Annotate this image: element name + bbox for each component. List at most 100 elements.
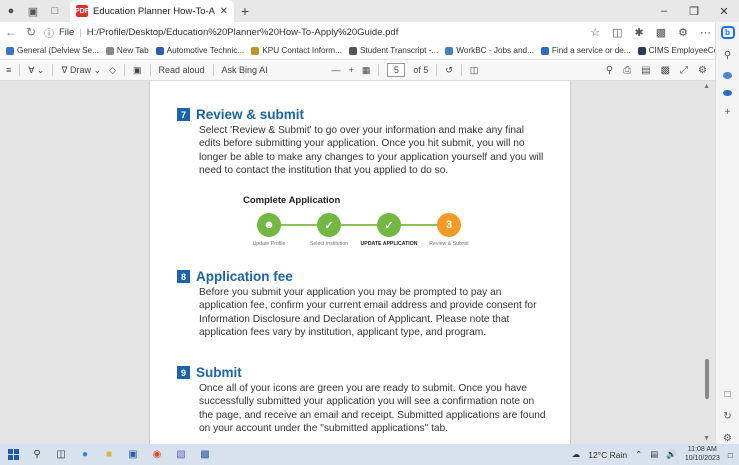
read-aloud-button[interactable]: Read aloud [159,65,205,75]
toolbar-divider [123,64,125,76]
info-icon[interactable]: ⓘ [44,25,54,40]
search-sidebar-icon[interactable]: ⚲ [724,50,731,61]
page-view-icon[interactable]: ◫ [470,65,479,76]
url-field[interactable]: ⓘ File | H:/Profile/Desktop/Education%20… [44,25,584,40]
shopping-icon[interactable] [723,72,732,79]
profile-icon[interactable]: ● [0,0,22,22]
close-tab-icon[interactable]: ✕ [220,6,228,17]
extensions-icon[interactable]: ⚙ [678,26,688,39]
section-review-submit: 7 Review & submit Select 'Review & Submi… [177,107,547,178]
scroll-down-arrow[interactable]: ▼ [703,435,710,442]
word-icon[interactable]: ▩ [198,448,212,462]
store-icon[interactable]: ▣ [126,448,140,462]
more-menu-icon[interactable]: ⋯ [700,26,711,39]
workspaces-icon[interactable]: ▣ [22,0,44,22]
sidebar-refresh-icon[interactable]: ↻ [723,411,731,422]
clock-time: 11:08 AM [687,446,717,453]
outlook-icon[interactable] [723,89,732,96]
bookmark-label: KPU Contact Inform... [262,46,342,55]
pdf-icon: PDF [75,5,89,17]
zoom-in-button[interactable]: + [349,65,354,75]
highlight-icon[interactable]: ∀ ⌄ [28,65,44,76]
bookmark-item[interactable]: New Tab [105,46,149,55]
bookmark-item[interactable]: KPU Contact Inform... [251,46,342,55]
draw-button[interactable]: ∇ Draw ⌄ [61,65,101,76]
weather-icon[interactable]: ☁ [572,449,581,460]
vertical-scrollbar[interactable] [705,81,709,444]
sidebar-layout-icon[interactable]: □ [724,389,730,400]
page-total: of 5 [413,65,429,75]
file-explorer-icon[interactable]: ■ [102,448,116,462]
section-body: Once all of your icons are green you are… [199,383,546,435]
step-select-institution: ✓ Select Institution [299,213,359,247]
step-label: Review & Submit [429,241,469,247]
minimize-button[interactable]: – [649,0,679,22]
progress-title: Complete Application [243,195,341,206]
bookmark-label: WorkBC - Jobs and... [456,46,534,55]
bookmark-item[interactable]: General (Delview Se... [6,46,99,55]
zoom-out-button[interactable]: — [332,65,341,75]
bookmark-favicon-icon [540,46,549,55]
back-icon[interactable]: ← [4,25,18,39]
ask-bing-button[interactable]: Ask Bing AI [222,65,268,75]
edge-sidebar: b ⚲ + □ ↻ ⚙ [715,22,739,444]
bookmark-item[interactable]: Automotive Technic... [155,46,244,55]
toolbar-divider [378,64,380,76]
scroll-thumb[interactable] [705,359,709,399]
section-number: 7 [177,108,190,121]
teams-icon[interactable]: ▧ [174,448,188,462]
pdf-viewer[interactable]: 7 Review & submit Select 'Review & Submi… [0,81,715,444]
settings-gear-icon[interactable]: ⚙ [698,65,707,76]
search-icon[interactable]: ⚲ [606,65,613,76]
new-tab-button[interactable]: + [234,3,256,19]
step-label: Update Profile [252,241,286,247]
refresh-icon[interactable]: ↻ [24,25,38,39]
save-icon[interactable]: ▤ [641,65,650,76]
bookmark-item[interactable]: Student Transcript -... [348,46,438,55]
print-icon[interactable]: ⎙ [623,65,631,76]
clock[interactable]: 11:08 AM 10/10/2023 [685,446,720,463]
url-separator: | [79,26,82,38]
bing-copilot-icon[interactable]: b [720,26,735,39]
toolbar-divider [436,64,438,76]
toolbar-divider [149,64,151,76]
text-icon[interactable]: ▣ [133,65,142,76]
sidebar-settings-icon[interactable]: ⚙ [723,433,732,444]
favorite-star-icon[interactable]: ☆ [590,26,600,39]
rotate-icon[interactable]: ↺ [445,65,453,76]
network-icon[interactable]: ▤ [650,449,658,460]
bookmark-favicon-icon [6,46,14,55]
step-label: UPDATE APPLICATION [360,241,418,247]
windows-start-icon[interactable] [6,448,20,462]
chrome-icon[interactable]: ◉ [150,448,164,462]
weather-text[interactable]: 12°C Rain [588,450,627,460]
bookmark-favicon-icon [637,46,646,55]
contents-icon[interactable]: ≡ [6,65,11,75]
bookmark-item[interactable]: WorkBC - Jobs and... [445,46,534,55]
volume-icon[interactable]: 🔊 [666,449,677,460]
page-number-input[interactable]: 5 [387,63,406,77]
tab-title: Education Planner How-To-Apply [93,5,215,17]
save-as-icon[interactable]: ▩ [661,65,670,76]
edge-taskbar-icon[interactable]: ● [78,448,92,462]
bookmark-item[interactable]: Find a service or de... [540,46,631,55]
search-taskbar-icon[interactable]: ⚲ [30,448,44,462]
favorites-icon[interactable]: ✱ [635,26,644,39]
add-sidebar-app-icon[interactable]: + [725,107,731,118]
tray-chevron-icon[interactable]: ⌃ [635,449,642,460]
split-screen-icon[interactable]: ◫ [612,26,622,39]
restore-button[interactable]: ❐ [679,0,709,22]
tab-actions-icon[interactable]: □ [44,0,66,22]
notifications-icon[interactable]: □ [728,450,733,460]
close-window-button[interactable]: ✕ [709,0,739,22]
eraser-icon[interactable]: ◇ [109,65,116,76]
bookmark-favicon-icon [445,46,454,55]
section-title: Application fee [196,269,293,284]
collections-icon[interactable]: ▩ [656,26,666,39]
task-view-icon[interactable]: ◫ [54,448,68,462]
fullscreen-icon[interactable]: ⤢ [680,65,688,76]
pdf-toolbar: ≡ ∀ ⌄ ∇ Draw ⌄ ◇ ▣ Read aloud Ask Bing A… [0,60,715,81]
step-update-profile: ☻ Update Profile [239,213,299,247]
fit-page-icon[interactable]: ▦ [362,65,371,76]
tab-education-planner[interactable]: PDF Education Planner How-To-Apply ✕ [70,0,234,22]
